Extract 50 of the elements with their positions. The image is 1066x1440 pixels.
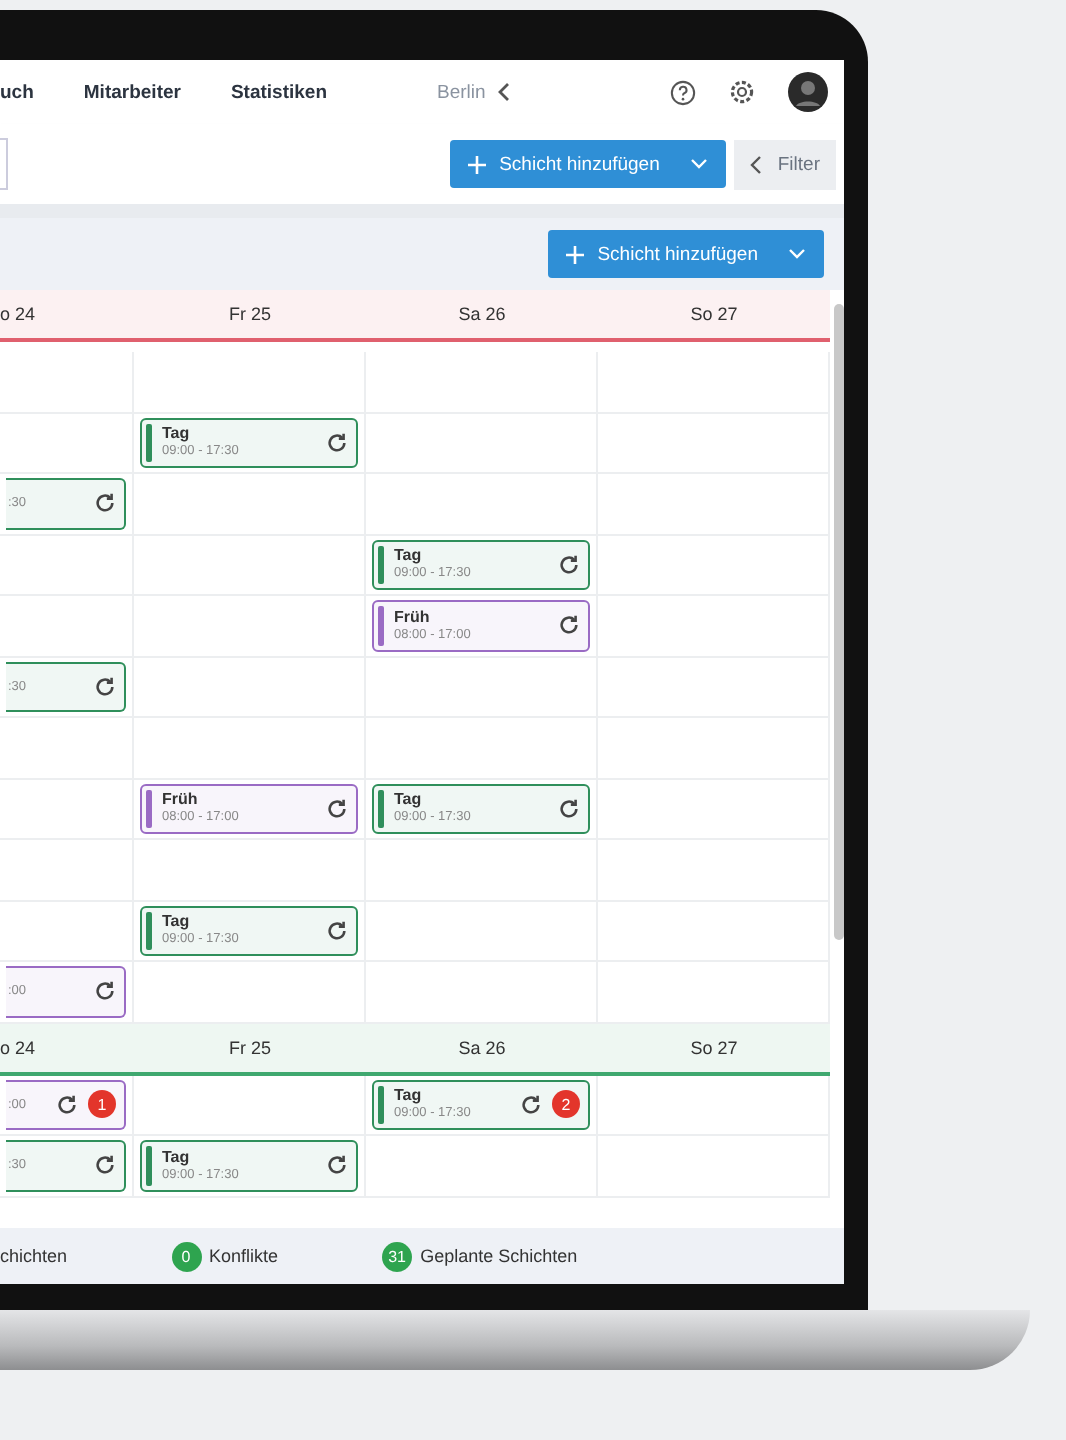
help-icon[interactable] — [670, 79, 696, 105]
shift-title: Tag — [162, 426, 192, 445]
day-label: Fr 25 — [226, 1037, 273, 1057]
refresh-icon[interactable] — [326, 797, 348, 820]
refresh-icon[interactable] — [520, 1093, 542, 1116]
day-label: Sa 26 — [456, 1037, 508, 1057]
plus-icon — [467, 155, 486, 173]
chevron-down-icon — [788, 248, 806, 260]
chevron-left-icon[interactable] — [495, 82, 510, 102]
refresh-icon[interactable] — [558, 614, 580, 637]
summary-label: Geplante Schichten — [420, 1246, 578, 1266]
filter-button[interactable]: Filter — [733, 139, 836, 189]
shift-title: Früh — [162, 792, 200, 811]
conflict-badge: 2 — [552, 1090, 580, 1119]
avatar-icon[interactable] — [788, 72, 828, 112]
refresh-icon[interactable] — [94, 1154, 116, 1177]
shift-title: Tag — [394, 548, 424, 567]
nav-link[interactable]: uch — [0, 81, 34, 103]
refresh-icon[interactable] — [558, 553, 580, 576]
count-badge: 31 — [382, 1241, 413, 1271]
shift-title: Tag — [162, 1149, 190, 1166]
refresh-icon[interactable] — [94, 980, 116, 1003]
shift-title: Tag — [394, 792, 424, 811]
scrollbar[interactable] — [834, 304, 844, 940]
summary-label: chichten — [0, 1246, 68, 1266]
day-label: So 27 — [688, 304, 740, 324]
refresh-icon[interactable] — [326, 919, 348, 942]
day-label: o 24 — [0, 304, 38, 324]
chevron-down-icon — [689, 158, 708, 170]
refresh-icon[interactable] — [94, 492, 116, 515]
refresh-icon[interactable] — [326, 431, 348, 454]
conflict-badge: 1 — [88, 1090, 116, 1119]
day-label: So 27 — [688, 1037, 740, 1057]
plus-icon — [565, 245, 584, 263]
nav-link[interactable]: Statistiken — [230, 81, 328, 103]
day-label: Sa 26 — [456, 304, 508, 324]
count-badge: 0 — [171, 1241, 202, 1271]
day-label: o 24 — [0, 1037, 38, 1057]
refresh-icon[interactable] — [558, 797, 580, 820]
summary-label: Konflikte — [209, 1246, 279, 1266]
shift-title: Tag — [394, 1088, 424, 1107]
refresh-icon[interactable] — [94, 675, 116, 698]
shift-title: Früh — [394, 609, 432, 628]
settings-icon[interactable] — [728, 78, 756, 106]
shift-title: Tag — [162, 914, 192, 933]
day-label: Fr 25 — [226, 304, 273, 324]
refresh-icon[interactable] — [326, 1154, 348, 1177]
nav-link[interactable]: Mitarbeiter — [83, 81, 181, 103]
chevron-left-icon — [749, 155, 762, 173]
refresh-icon[interactable] — [56, 1093, 78, 1116]
